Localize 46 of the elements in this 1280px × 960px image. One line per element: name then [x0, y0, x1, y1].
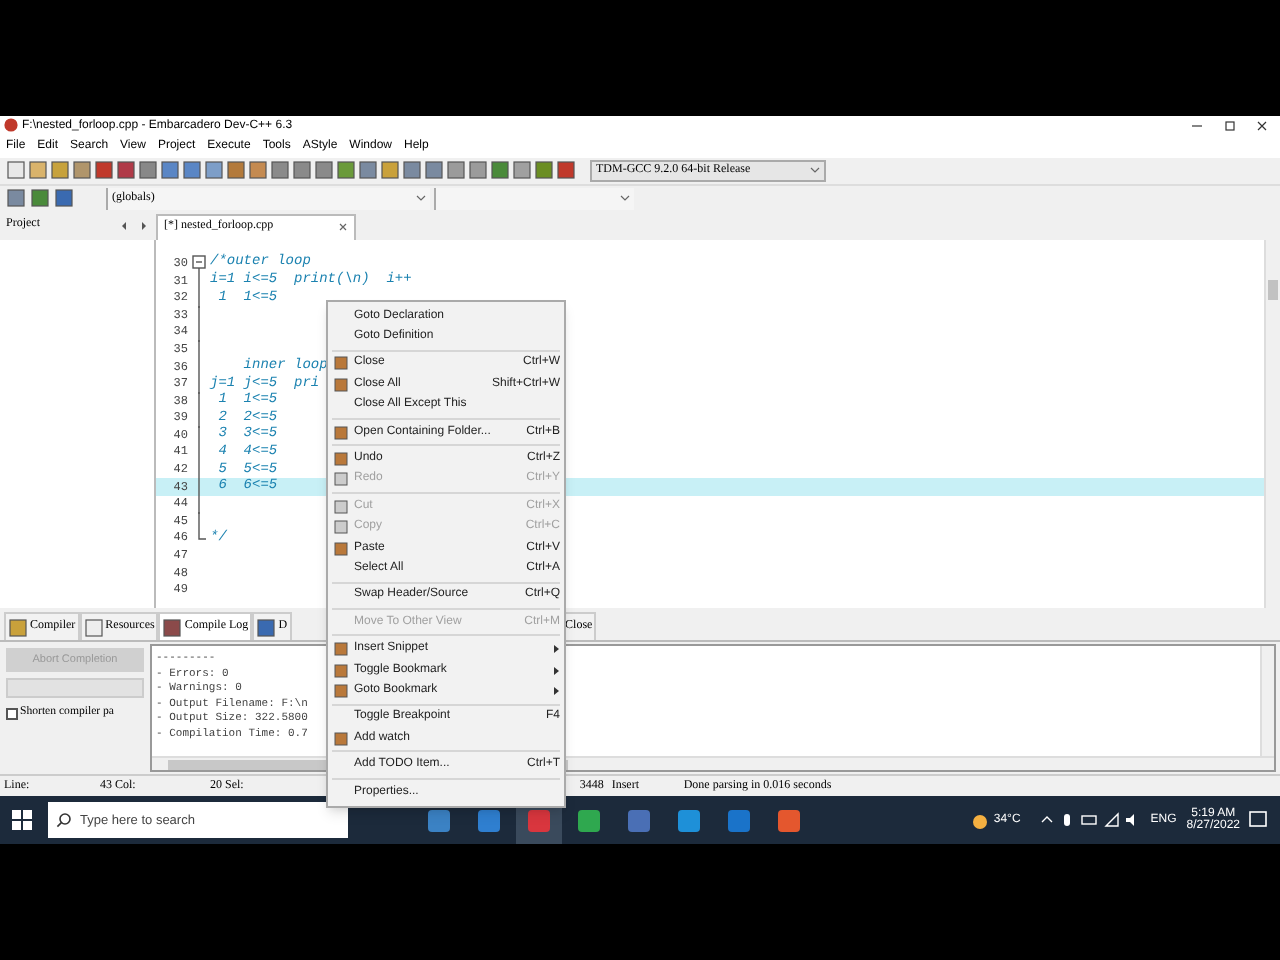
weather-sun-icon: [969, 810, 990, 830]
toolbar-icon[interactable]: [424, 160, 444, 181]
tab-icon: [162, 617, 183, 638]
toolbar-icon[interactable]: [556, 160, 576, 181]
close-icon[interactable]: [338, 222, 348, 233]
toolbar-icon[interactable]: [116, 160, 136, 181]
left-arrow-icon[interactable]: [118, 219, 130, 232]
toolbar-icon[interactable]: [534, 160, 554, 181]
toolbar-icon[interactable]: [336, 160, 356, 181]
menu-item-icon: [333, 731, 347, 746]
toolbar-icon[interactable]: [138, 160, 158, 181]
toolbar-icon[interactable]: [490, 160, 510, 181]
start-icon[interactable]: [8, 806, 36, 834]
scrollbar-thumb[interactable]: [1268, 279, 1278, 300]
toolbar-icon[interactable]: [182, 160, 202, 181]
toolbar-icon[interactable]: [292, 160, 312, 181]
toolbar-icon[interactable]: [160, 160, 180, 181]
toolbar-icon[interactable]: [446, 160, 466, 181]
tab-icon: [8, 617, 28, 638]
toolbar-icon[interactable]: [248, 160, 268, 181]
toolbar-icon[interactable]: [30, 188, 50, 209]
fold-toggle-icon: [192, 254, 206, 273]
toolbar-icon[interactable]: [226, 160, 246, 181]
toolbar-icon[interactable]: [512, 160, 532, 181]
notifications-icon[interactable]: [1244, 810, 1272, 830]
toolbar-icon[interactable]: [314, 160, 334, 181]
toolbar-icon[interactable]: [50, 160, 70, 181]
tab-icon: [256, 617, 277, 638]
toolbar-icon[interactable]: [72, 160, 92, 181]
tab-icon: [83, 617, 104, 638]
search-icon: [56, 812, 72, 828]
checkbox[interactable]: [6, 707, 18, 720]
toolbar-icon[interactable]: [468, 160, 488, 181]
toolbar-icon[interactable]: [28, 160, 48, 181]
toolbar-icon[interactable]: [204, 160, 224, 181]
toolbar-icon[interactable]: [380, 160, 400, 181]
toolbar-icon[interactable]: [358, 160, 378, 181]
right-arrow-icon[interactable]: [138, 219, 150, 232]
toolbar-icon[interactable]: [54, 188, 74, 209]
toolbar-icon[interactable]: [6, 160, 26, 181]
toolbar-icon[interactable]: [402, 160, 422, 181]
app-logo-icon: [4, 118, 18, 133]
toolbar-icon[interactable]: [270, 160, 290, 181]
toolbar-icon[interactable]: [94, 160, 114, 181]
vertical-scrollbar[interactable]: [1260, 646, 1274, 757]
toolbar-icon[interactable]: [6, 188, 26, 209]
